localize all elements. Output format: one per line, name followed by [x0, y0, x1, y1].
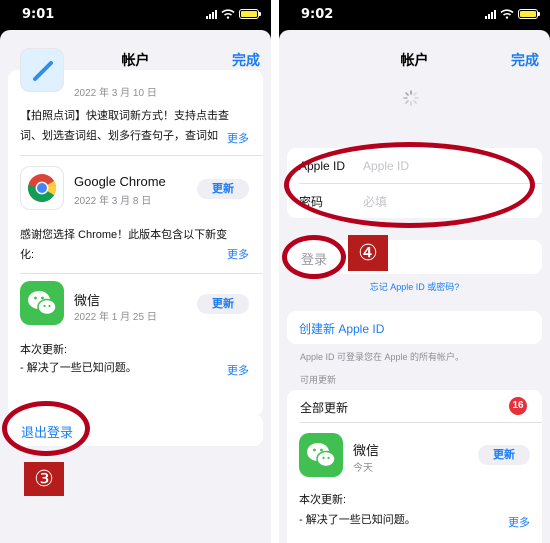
- updates-card: 全部更新 16 微信 今天 更新 本次更新: - 解决了一些已知问题。 更多: [287, 390, 542, 543]
- section-header-available-updates: 可用更新: [300, 375, 337, 385]
- update-button[interactable]: 更新: [478, 445, 530, 465]
- wechat-app-icon: [20, 281, 64, 325]
- release-notes-line: 化:: [20, 249, 35, 261]
- divider: [20, 155, 263, 156]
- done-button[interactable]: 完成: [232, 50, 260, 70]
- cellular-signal-icon: [206, 9, 217, 19]
- release-notes-line: 【拍照点词】快速取词新方式！支持点击查: [20, 110, 229, 122]
- release-notes-line: 词、划选查词组、划多行查句子，查词如: [20, 130, 218, 142]
- annotation-circle: [2, 401, 90, 456]
- more-link[interactable]: 更多: [227, 362, 249, 378]
- release-notes-line: - 解决了一些已知问题。: [20, 362, 137, 374]
- account-sheet: 帐户 完成 Apple ID Apple ID 密码 必填 登录 忘记 Appl…: [279, 30, 550, 543]
- status-bar: 9:01: [0, 0, 271, 30]
- updates-card: 2022 年 3 月 10 日 【拍照点词】快速取词新方式！支持点击查 词、划选…: [8, 48, 263, 416]
- create-id-note: Apple ID 可登录您在 Apple 的所有帐户。: [300, 352, 465, 362]
- more-link[interactable]: 更多: [508, 514, 530, 530]
- update-button[interactable]: 更新: [197, 294, 249, 314]
- wechat-app-icon: [299, 433, 343, 477]
- release-notes-line: - 解决了一些已知问题。: [299, 514, 416, 526]
- status-bar: 9:02: [279, 0, 550, 30]
- more-link[interactable]: 更多: [227, 246, 249, 262]
- update-button[interactable]: 更新: [197, 179, 249, 199]
- app-date: 2022 年 3 月 10 日: [74, 88, 157, 99]
- step-number-badge: ④: [348, 235, 388, 271]
- done-button[interactable]: 完成: [511, 50, 539, 70]
- left-screenshot: 9:01 帐户 完成 2022 年 3 月 10 日 【拍照点词】快速取词新方式…: [0, 0, 271, 543]
- page-title: 帐户: [400, 52, 429, 68]
- annotation-circle: [282, 235, 346, 279]
- status-time: 9:02: [301, 7, 334, 22]
- app-date: 2022 年 3 月 8 日: [74, 196, 152, 207]
- right-screenshot: 9:02 帐户 完成 Apple ID Apple ID 密码 必填 登录 忘记…: [279, 0, 550, 543]
- cellular-signal-icon: [485, 9, 496, 19]
- update-all-button[interactable]: 全部更新: [300, 399, 348, 416]
- status-icons: [206, 9, 261, 19]
- wifi-icon: [500, 9, 514, 19]
- status-time: 9:01: [22, 7, 55, 22]
- app-date: 今天: [353, 463, 373, 474]
- release-notes-line: 感谢您选择 Chrome！此版本包含以下新变: [20, 229, 228, 241]
- forgot-id-link[interactable]: 忘记 Apple ID 或密码?: [279, 280, 550, 293]
- release-notes-line: 本次更新:: [20, 344, 68, 356]
- battery-icon: [518, 9, 540, 19]
- release-notes-line: 本次更新:: [299, 494, 347, 506]
- create-id-card: 创建新 Apple ID: [287, 311, 542, 344]
- step-number-badge: ③: [24, 462, 64, 496]
- divider: [20, 273, 263, 274]
- create-apple-id-link[interactable]: 创建新 Apple ID: [299, 320, 384, 337]
- status-icons: [485, 9, 540, 19]
- more-link[interactable]: 更多: [227, 130, 249, 146]
- app-name: 微信: [74, 293, 101, 308]
- app-icon: [20, 48, 64, 92]
- update-count-badge: 16: [509, 397, 527, 415]
- battery-icon: [239, 9, 261, 19]
- loading-spinner-icon: [403, 90, 419, 106]
- app-date: 2022 年 1 月 25 日: [74, 312, 157, 323]
- divider: [299, 422, 542, 423]
- wifi-icon: [221, 9, 235, 19]
- annotation-circle: [284, 142, 535, 228]
- app-name: Google Chrome: [74, 174, 166, 189]
- chrome-app-icon: [20, 166, 64, 210]
- app-name: 微信: [353, 443, 380, 458]
